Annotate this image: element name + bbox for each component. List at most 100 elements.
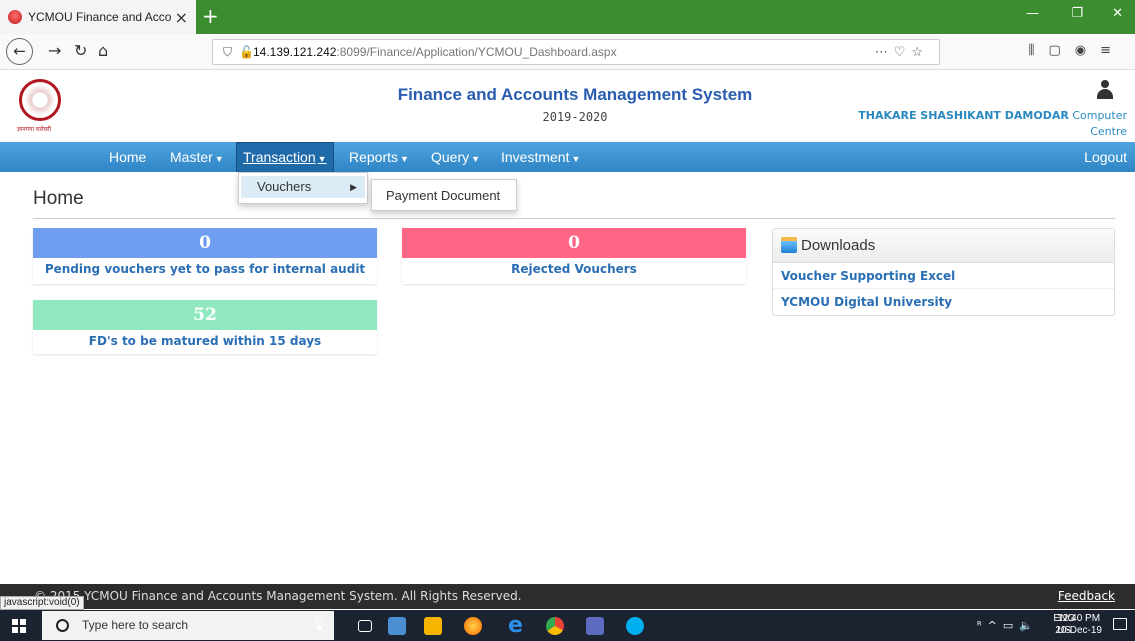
menu-transaction-label: Transaction bbox=[243, 149, 316, 165]
stat-card-pending: 0 Pending vouchers yet to pass for inter… bbox=[33, 228, 377, 284]
account-icon[interactable]: ◉ bbox=[1075, 43, 1100, 58]
time: 12:40 PM bbox=[1057, 613, 1101, 624]
microphone-icon[interactable]: 🎙 bbox=[310, 617, 327, 635]
menu-home[interactable]: Home bbox=[109, 142, 146, 172]
date: 20-Dec-19 bbox=[1055, 625, 1102, 636]
logo-caption: ज्ञानगंगा घरोघरी bbox=[17, 126, 52, 133]
firefox-icon[interactable] bbox=[464, 617, 482, 635]
chrome-icon[interactable] bbox=[546, 617, 564, 635]
url-path: :8099/Finance/Application/YCMOU_Dashboar… bbox=[336, 45, 617, 59]
sidebar-icon[interactable]: ▢ bbox=[1048, 43, 1074, 58]
menu-icon[interactable]: ≡ bbox=[1100, 43, 1125, 58]
star-icon[interactable]: ☆ bbox=[911, 44, 929, 59]
user-info: THAKARE SHASHIKANT DAMODAR Computer Cent… bbox=[847, 108, 1127, 140]
menu-investment-label: Investment bbox=[501, 149, 570, 165]
downloads-panel: Downloads Voucher Supporting Excel YCMOU… bbox=[772, 228, 1115, 316]
file-explorer-icon[interactable] bbox=[388, 617, 406, 635]
url-actions: ⋯♡☆ bbox=[875, 40, 929, 64]
stat-label[interactable]: Pending vouchers yet to pass for interna… bbox=[33, 258, 377, 276]
caret-right-icon: ▶ bbox=[350, 182, 357, 192]
task-view-icon[interactable] bbox=[358, 620, 372, 632]
tab-title: YCMOU Finance and Account bbox=[28, 10, 171, 24]
minimize-icon[interactable]: — bbox=[1026, 6, 1039, 21]
new-tab-icon[interactable]: + bbox=[202, 4, 219, 28]
battery-icon[interactable]: ▭ bbox=[1003, 619, 1019, 632]
forward-icon[interactable]: → bbox=[48, 41, 61, 60]
submenu-payment-document[interactable]: Payment Document bbox=[371, 179, 517, 211]
app-header: ज्ञानगंगा घरोघरी Finance and Accounts Ma… bbox=[0, 70, 1135, 142]
library-icon[interactable]: ⫼ bbox=[1028, 43, 1048, 58]
lock-icon[interactable]: 🔓 bbox=[239, 40, 254, 64]
caret-down-icon: ▼ bbox=[471, 154, 481, 164]
app-icon[interactable] bbox=[586, 617, 604, 635]
download-link-digital-university[interactable]: YCMOU Digital University bbox=[773, 289, 1114, 315]
stat-value: 52 bbox=[33, 300, 377, 330]
browser-tab-bar: YCMOU Finance and Account × + — ❐ ✕ bbox=[0, 0, 1135, 34]
pocket-icon[interactable]: ♡ bbox=[894, 44, 912, 59]
close-tab-icon[interactable]: × bbox=[175, 8, 188, 27]
back-icon[interactable]: ← bbox=[6, 38, 33, 65]
tray-icons: ᴿ^▭🔈 bbox=[977, 619, 1039, 632]
system-title: Finance and Accounts Management System bbox=[397, 85, 753, 104]
shield-icon[interactable]: ⛉ bbox=[223, 40, 232, 64]
close-window-icon[interactable]: ✕ bbox=[1112, 6, 1123, 21]
copyright: © 2015 YCMOU Finance and Accounts Manage… bbox=[34, 589, 522, 603]
downloads-header: Downloads bbox=[773, 229, 1114, 263]
search-placeholder: Type here to search bbox=[82, 618, 189, 632]
menu-master[interactable]: Master ▼ bbox=[170, 142, 224, 172]
reload-icon[interactable]: ↻ bbox=[74, 41, 87, 60]
user-icon bbox=[1097, 80, 1113, 100]
stat-label[interactable]: Rejected Vouchers bbox=[402, 258, 746, 276]
url-host: 14.139.121.242 bbox=[253, 45, 337, 59]
status-url: javascript:void(0) bbox=[0, 596, 84, 610]
download-link-voucher-excel[interactable]: Voucher Supporting Excel bbox=[773, 263, 1114, 289]
stat-label[interactable]: FD's to be matured within 15 days bbox=[33, 330, 377, 348]
caret-down-icon: ▼ bbox=[400, 154, 409, 164]
dropdown-item-label: Vouchers bbox=[257, 179, 312, 194]
stat-card-fd: 52 FD's to be matured within 15 days bbox=[33, 300, 377, 354]
menu-transaction[interactable]: Transaction ▼ bbox=[236, 142, 334, 172]
main-menu: Home Master ▼ Transaction ▼ Reports ▼ Query… bbox=[0, 142, 1135, 172]
menu-query[interactable]: Query ▼ bbox=[431, 142, 480, 172]
stat-value: 0 bbox=[402, 228, 746, 258]
user-centre: Computer Centre bbox=[1072, 109, 1127, 138]
url-bar[interactable]: ⛉ 🔓 14.139.121.242:8099/Finance/Applicat… bbox=[212, 39, 940, 65]
windows-icon[interactable] bbox=[12, 619, 26, 633]
windows-taskbar: Type here to search 🎙 e ᴿ^▭🔈 ENG US 12:4… bbox=[0, 610, 1135, 641]
skype-icon[interactable] bbox=[626, 617, 644, 635]
edge-icon[interactable]: e bbox=[508, 615, 526, 637]
notification-icon[interactable] bbox=[1113, 618, 1127, 630]
divider bbox=[33, 218, 1115, 219]
footer: © 2015 YCMOU Finance and Accounts Manage… bbox=[0, 584, 1135, 609]
toolbar-icons: ⫼▢◉≡ bbox=[1028, 43, 1125, 58]
home-icon[interactable]: ⌂ bbox=[98, 41, 108, 60]
clock[interactable]: 12:40 PM 20-Dec-19 bbox=[1055, 613, 1102, 637]
menu-reports[interactable]: Reports ▼ bbox=[349, 142, 409, 172]
page-title: Home bbox=[33, 188, 84, 209]
more-icon[interactable]: ⋯ bbox=[875, 44, 894, 59]
caret-down-icon: ▼ bbox=[317, 154, 327, 164]
menu-investment[interactable]: Investment ▼ bbox=[501, 142, 580, 172]
downloads-title: Downloads bbox=[801, 237, 876, 254]
volume-icon[interactable]: 🔈 bbox=[1019, 619, 1039, 632]
caret-down-icon: ▼ bbox=[571, 154, 581, 164]
browser-tab[interactable]: YCMOU Finance and Account × bbox=[0, 0, 196, 34]
chevron-up-icon[interactable]: ^ bbox=[988, 619, 1003, 632]
stat-value: 0 bbox=[33, 228, 377, 258]
transaction-dropdown: Vouchers ▶ bbox=[238, 172, 368, 204]
taskbar-search[interactable]: Type here to search bbox=[42, 611, 334, 640]
menu-query-label: Query bbox=[431, 149, 470, 165]
logout-link[interactable]: Logout bbox=[1084, 142, 1127, 172]
feedback-link[interactable]: Feedback bbox=[1058, 584, 1115, 609]
search-icon bbox=[56, 619, 69, 632]
store-icon[interactable] bbox=[424, 617, 442, 635]
menu-reports-label: Reports bbox=[349, 149, 399, 165]
browser-nav-bar: ← → ↻ ⌂ ⛉ 🔓 14.139.121.242:8099/Finance/… bbox=[0, 34, 1135, 70]
browser-favicon-icon bbox=[8, 10, 22, 24]
dropdown-item-vouchers[interactable]: Vouchers ▶ bbox=[241, 176, 365, 198]
caret-down-icon: ▼ bbox=[214, 154, 224, 164]
user-name: THAKARE SHASHIKANT DAMODAR bbox=[858, 109, 1069, 122]
menu-home-label: Home bbox=[109, 149, 147, 165]
restore-icon[interactable]: ❐ bbox=[1071, 6, 1083, 21]
people-icon[interactable]: ᴿ bbox=[977, 619, 988, 632]
